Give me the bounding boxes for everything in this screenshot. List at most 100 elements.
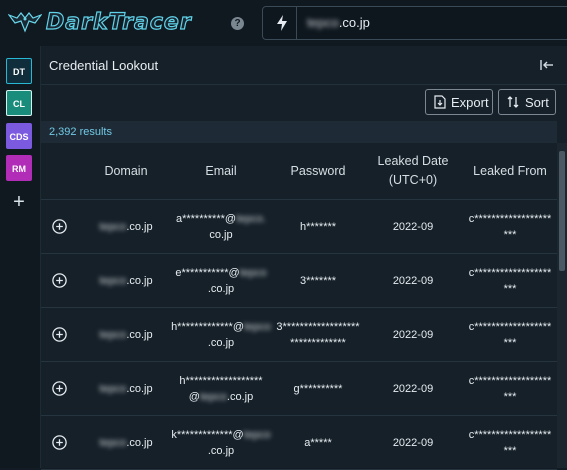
expand-row-icon[interactable]: [52, 435, 67, 450]
cell-leaked-date: 2022-09: [392, 328, 434, 341]
header-password[interactable]: Password: [273, 143, 363, 199]
rail-button-cds[interactable]: CDS: [6, 123, 32, 149]
rail-label: CDS: [9, 132, 29, 142]
cell-leaked-date: 2022-09: [392, 274, 434, 287]
cell-leaked-from: c****************** ***: [468, 428, 552, 457]
redacted-domain: tepco: [99, 382, 127, 395]
bolt-icon[interactable]: [275, 14, 289, 32]
table-row[interactable]: tepco .co.jp a**********@tepco.co.jp h*****…: [41, 200, 557, 254]
search-value-suffix: .co.jp: [338, 15, 370, 30]
email-text: h****************** @tepco.co.jp: [179, 373, 262, 405]
table-header: Domain Email Password Leaked Date (UTC+0…: [41, 143, 557, 200]
header-leaked-from[interactable]: Leaked From: [463, 143, 557, 199]
email-text: a**********@tepco.co.jp: [171, 211, 271, 243]
help-icon[interactable]: ?: [231, 17, 244, 30]
email-text: e***********@tepco .co.jp: [171, 265, 271, 297]
redacted-email-domain: tepco: [244, 320, 271, 333]
collapse-panel-icon[interactable]: [540, 59, 554, 71]
top-bar: DarkTracer ? tepco.co.jp: [0, 0, 567, 46]
redacted-email-domain: tepco.: [236, 212, 267, 225]
cell-email: k*************@tepco .co.jp: [171, 416, 271, 469]
cell-leaked-from: c****************** ***: [468, 212, 552, 241]
domain-suffix: .co.jp: [126, 436, 153, 449]
results-bar: 2,392 results: [41, 121, 557, 143]
cell-password: g**********: [293, 382, 343, 395]
cell-domain: tepco .co.jp: [91, 416, 161, 469]
sort-icon: [507, 96, 519, 108]
cell-password: 3****************** *************: [276, 320, 360, 349]
rail-label: DT: [13, 67, 25, 77]
email-local-part: h*************@: [171, 320, 244, 333]
redacted-domain: tepco: [99, 328, 127, 341]
domain-suffix: .co.jp: [126, 382, 153, 395]
cell-domain: tepco .co.jp: [91, 308, 161, 361]
cell-leaked-date: 2022-09: [392, 436, 434, 449]
cell-email: a**********@tepco.co.jp: [171, 200, 271, 253]
search-divider: [296, 7, 297, 39]
email-text: h*************@tepco .co.jp: [171, 319, 271, 351]
export-label: Export: [451, 94, 489, 110]
rail-label: CL: [13, 99, 25, 109]
sort-button[interactable]: Sort: [498, 89, 556, 115]
cell-email: h****************** @tepco.co.jp: [171, 362, 271, 415]
redacted-email-domain: tepco: [239, 266, 267, 279]
cell-domain: tepco .co.jp: [91, 200, 161, 253]
cell-domain: tepco .co.jp: [91, 254, 161, 307]
email-domain-suffix: .co.jp: [226, 390, 254, 403]
table-row[interactable]: tepco .co.jp h****************** @tepco.co.…: [41, 362, 557, 416]
redacted-domain: tepco: [99, 220, 127, 233]
sort-label: Sort: [525, 94, 549, 110]
search-value[interactable]: tepco.co.jp: [307, 15, 370, 30]
cell-leaked-from: c****************** ***: [468, 266, 552, 295]
domain-suffix: .co.jp: [126, 328, 153, 341]
rail-label: RM: [12, 164, 26, 174]
cell-password: a*****: [304, 436, 332, 449]
redacted-email-domain: tepco: [199, 390, 227, 403]
panel-title: Credential Lookout: [49, 58, 159, 73]
email-domain-suffix: .co.jp: [207, 444, 235, 457]
cell-email: h*************@tepco .co.jp: [171, 308, 271, 361]
logo[interactable]: DarkTracer: [8, 6, 192, 38]
email-local-part: a**********@: [175, 212, 237, 225]
scrollbar-thumb[interactable]: [559, 151, 565, 271]
credential-panel: Credential Lookout Export Sort 2,392 res…: [41, 46, 567, 470]
cell-password: h*******: [299, 220, 337, 233]
table-row[interactable]: tepco .co.jp h*************@tepco.co.jp 3**…: [41, 308, 557, 362]
search-box[interactable]: tepco.co.jp: [262, 6, 567, 40]
cell-password: 3*******: [299, 274, 337, 287]
email-domain-suffix: .co.jp: [207, 282, 235, 295]
cell-leaked-date: 2022-09: [392, 220, 434, 233]
table-row[interactable]: tepco .co.jp k*************@tepco.co.jp a**…: [41, 416, 557, 470]
redacted-domain: tepco: [99, 436, 127, 449]
email-domain-suffix: co.jp: [209, 228, 233, 241]
rail-button-rm[interactable]: RM: [6, 155, 32, 181]
left-rail: DT CL CDS RM +: [0, 46, 41, 468]
header-domain[interactable]: Domain: [91, 143, 161, 199]
panel-header: Credential Lookout: [41, 46, 567, 85]
domain-suffix: .co.jp: [126, 220, 153, 233]
email-domain-suffix: .co.jp: [207, 336, 235, 349]
eagle-logo-icon: [8, 12, 42, 33]
email-local-part: k*************@: [171, 428, 244, 441]
cell-leaked-from: c****************** ***: [468, 320, 552, 349]
email-local-part: e***********@: [175, 266, 240, 279]
expand-row-icon[interactable]: [52, 219, 67, 234]
expand-row-icon[interactable]: [52, 273, 67, 288]
expand-row-icon[interactable]: [52, 381, 67, 396]
header-leaked-date[interactable]: Leaked Date (UTC+0): [373, 143, 453, 199]
domain-suffix: .co.jp: [126, 274, 153, 287]
scrollbar[interactable]: [557, 143, 567, 468]
logo-text: DarkTracer: [45, 9, 192, 35]
rail-button-dt[interactable]: DT: [6, 58, 32, 84]
expand-row-icon[interactable]: [52, 327, 67, 342]
table-row[interactable]: tepco .co.jp e***********@tepco.co.jp 3****…: [41, 254, 557, 308]
header-email[interactable]: Email: [171, 143, 271, 199]
export-button[interactable]: Export: [425, 89, 493, 115]
email-text: k*************@tepco .co.jp: [171, 427, 271, 459]
add-icon[interactable]: +: [9, 192, 29, 212]
cell-domain: tepco .co.jp: [91, 362, 161, 415]
cell-leaked-date: 2022-09: [392, 382, 434, 395]
rail-button-cl[interactable]: CL: [6, 90, 32, 116]
cell-email: e***********@tepco .co.jp: [171, 254, 271, 307]
redacted-email-domain: tepco: [243, 428, 271, 441]
